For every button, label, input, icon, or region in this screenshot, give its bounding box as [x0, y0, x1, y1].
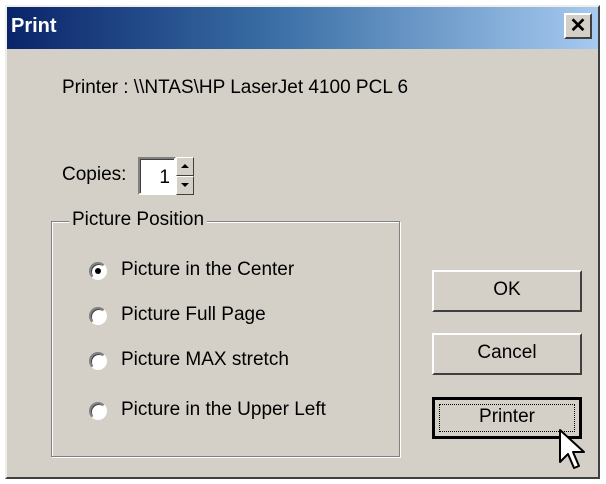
- cancel-button[interactable]: Cancel: [432, 333, 582, 375]
- radio-label: Picture Full Page: [121, 304, 266, 325]
- mouse-pointer-icon: [559, 429, 585, 469]
- close-button[interactable]: ✕: [564, 13, 592, 39]
- spin-up-icon: [181, 164, 189, 168]
- copies-label: Copies:: [62, 164, 127, 185]
- picture-position-title: Picture Position: [69, 209, 208, 231]
- copies-spinner: [176, 157, 194, 195]
- spin-down-icon: [181, 183, 189, 187]
- copies-stepper: 1: [138, 157, 194, 195]
- title-bar[interactable]: Print ✕: [7, 7, 598, 49]
- radio-label: Picture in the Upper Left: [121, 399, 326, 420]
- focus-rectangle: [439, 404, 575, 432]
- picture-position-group: [51, 221, 400, 457]
- copies-decrement-button[interactable]: [176, 176, 194, 195]
- print-dialog: Print ✕ Printer : \\NTAS\HP LaserJet 410…: [5, 5, 600, 479]
- ok-button[interactable]: OK: [432, 270, 582, 312]
- radio-button[interactable]: [89, 262, 107, 280]
- radio-label: Picture in the Center: [121, 259, 295, 280]
- radio-label: Picture MAX stretch: [121, 349, 289, 370]
- copies-increment-button[interactable]: [176, 157, 194, 176]
- radio-button[interactable]: [89, 307, 107, 325]
- radio-button[interactable]: [89, 352, 107, 370]
- copies-input[interactable]: 1: [138, 157, 176, 195]
- close-icon: ✕: [569, 15, 587, 37]
- printer-label: Printer : \\NTAS\HP LaserJet 4100 PCL 6: [62, 77, 409, 98]
- radio-button[interactable]: [89, 402, 107, 420]
- radio-selected-dot: [95, 268, 101, 274]
- window-title: Print: [11, 15, 57, 37]
